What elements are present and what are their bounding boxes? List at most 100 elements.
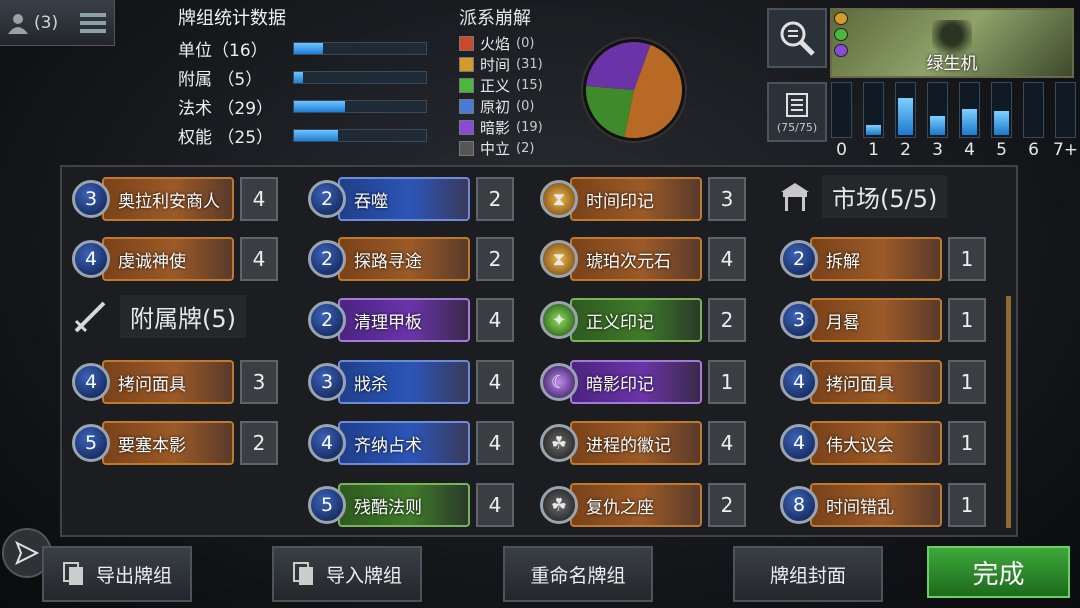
curve-cost-label: 6 — [1028, 140, 1039, 160]
curve-column: 1 — [863, 82, 884, 160]
faction-name: 原初 — [480, 98, 511, 116]
stat-bar — [293, 42, 427, 55]
hero-portrait[interactable]: 绿生机 — [830, 8, 1074, 78]
card-cost: 3 — [72, 180, 110, 218]
card-cost: 5 — [72, 424, 110, 462]
deck-card[interactable]: ☘ 进程的徽记 4 — [540, 417, 746, 469]
deck-scrollbar[interactable] — [1006, 296, 1011, 528]
curve-level — [898, 98, 913, 135]
scroll-icon — [786, 92, 808, 117]
copy-icon — [292, 562, 313, 585]
deck-card[interactable]: 5 残酷法则 4 — [308, 479, 514, 531]
card-quantity: 2 — [240, 421, 278, 465]
curve-tube — [831, 82, 852, 138]
card-name: 拷问面具 — [102, 360, 234, 404]
stat-bar — [293, 71, 427, 84]
stats-title: 牌组统计数据 — [178, 8, 286, 29]
deck-card-count: (75/75) — [776, 120, 818, 134]
deck-card[interactable]: 3 奥拉利安商人 4 — [72, 173, 278, 225]
deck-card[interactable]: 8 时间错乱 1 — [780, 479, 986, 531]
card-quantity: 4 — [240, 177, 278, 221]
deck-panel: 3 奥拉利安商人 4 4 虔诚神使 4 附属牌(5) 4 拷问面具 3 5 要塞… — [60, 165, 1018, 537]
faction-breakdown: 派系崩解 火焰 (0) 时间 (31) 正义 (15) 原初 (0) 暗影 (19) 中立 (2) — [459, 4, 543, 159]
card-quantity: 2 — [476, 177, 514, 221]
card-quantity: 1 — [708, 360, 746, 404]
market-section-header: 市场(5/5) — [778, 175, 948, 218]
curve-tube — [959, 82, 980, 138]
justice-gem-icon — [834, 28, 848, 41]
curve-cost-label: 4 — [964, 140, 975, 160]
card-name: 时间印记 — [570, 177, 702, 221]
search-button[interactable] — [767, 8, 827, 68]
deck-card[interactable]: 4 拷问面具 1 — [780, 356, 986, 408]
curve-tube — [863, 82, 884, 138]
faction-pie-chart — [580, 36, 688, 144]
deck-card[interactable]: ⧗ 琥珀次元石 4 — [540, 233, 746, 285]
market-stall-icon — [781, 182, 809, 211]
stat-row: 附属 （5） — [178, 63, 427, 92]
export-deck-label: 导出牌组 — [95, 564, 172, 587]
curve-tube — [991, 82, 1012, 138]
hamburger-icon[interactable] — [80, 12, 107, 33]
deck-card[interactable]: 5 要塞本影 2 — [72, 417, 278, 469]
deck-card[interactable]: 4 齐纳占术 4 — [308, 417, 514, 469]
curve-cost-label: 3 — [932, 140, 943, 160]
primal-icon — [459, 99, 474, 114]
faction-count: (0) — [516, 36, 535, 51]
faction-row: 原初 (0) — [459, 96, 543, 117]
deck-card[interactable]: 4 伟大议会 1 — [780, 417, 986, 469]
user-icon — [8, 13, 28, 34]
deck-card[interactable]: 4 虔诚神使 4 — [72, 233, 278, 285]
faction-count: (15) — [516, 78, 543, 93]
card-name: 月晷 — [810, 298, 942, 342]
export-deck-button[interactable]: 导出牌组 — [42, 546, 192, 602]
user-menu-button[interactable]: (3) — [0, 0, 115, 46]
curve-column: 4 — [959, 82, 980, 160]
curve-column: 3 — [927, 82, 948, 160]
card-cost: 3 — [780, 301, 818, 339]
deck-card[interactable]: 2 吞噬 2 — [308, 173, 514, 225]
card-name: 正义印记 — [570, 298, 702, 342]
deck-card[interactable]: 3 戕杀 4 — [308, 356, 514, 408]
card-cost: 4 — [780, 363, 818, 401]
deck-card[interactable]: ☾ 暗影印记 1 — [540, 356, 746, 408]
triquetra-icon: ☘ — [540, 486, 578, 524]
stat-label: 权能 （25） — [178, 128, 274, 148]
done-button[interactable]: 完成 — [927, 546, 1070, 598]
card-quantity: 4 — [476, 298, 514, 342]
faction-count: (31) — [516, 57, 543, 72]
deck-card[interactable]: ⧗ 时间印记 3 — [540, 173, 746, 225]
copy-icon — [62, 562, 83, 585]
deck-card[interactable]: 2 清理甲板 4 — [308, 294, 514, 346]
faction-count: (19) — [516, 120, 543, 135]
faction-row: 正义 (15) — [459, 75, 543, 96]
deck-card[interactable]: 2 拆解 1 — [780, 233, 986, 285]
faction-name: 正义 — [480, 77, 511, 95]
curve-tube — [1023, 82, 1044, 138]
curve-column: 5 — [991, 82, 1012, 160]
card-cost: 5 — [308, 486, 346, 524]
deck-list-button[interactable]: (75/75) — [767, 82, 827, 142]
deck-stats: 牌组统计数据 单位（16） 附属 （5） 法术 （29） 权能 （25） — [178, 4, 427, 150]
deck-card[interactable]: ✦ 正义印记 2 — [540, 294, 746, 346]
rename-deck-button[interactable]: 重命名牌组 — [503, 546, 653, 602]
curve-column: 7+ — [1053, 82, 1078, 160]
deck-card[interactable]: 4 拷问面具 3 — [72, 356, 278, 408]
card-quantity: 4 — [476, 360, 514, 404]
curve-level — [994, 110, 1009, 135]
deck-cover-button[interactable]: 牌组封面 — [733, 546, 883, 602]
faction-name: 暗影 — [480, 119, 511, 137]
paper-plane-icon — [15, 540, 40, 566]
sword-icon — [74, 301, 106, 332]
deck-card[interactable]: ☘ 复仇之座 2 — [540, 479, 746, 531]
deck-card[interactable]: 2 探路寻途 2 — [308, 233, 514, 285]
faction-name: 中立 — [480, 140, 511, 158]
curve-tube — [895, 82, 916, 138]
faction-row: 暗影 (19) — [459, 117, 543, 138]
curve-level — [866, 125, 881, 135]
card-cost: 4 — [72, 240, 110, 278]
deck-card[interactable]: 3 月晷 1 — [780, 294, 986, 346]
stat-bar — [293, 100, 427, 113]
import-deck-button[interactable]: 导入牌组 — [272, 546, 422, 602]
done-label: 完成 — [972, 559, 1025, 590]
